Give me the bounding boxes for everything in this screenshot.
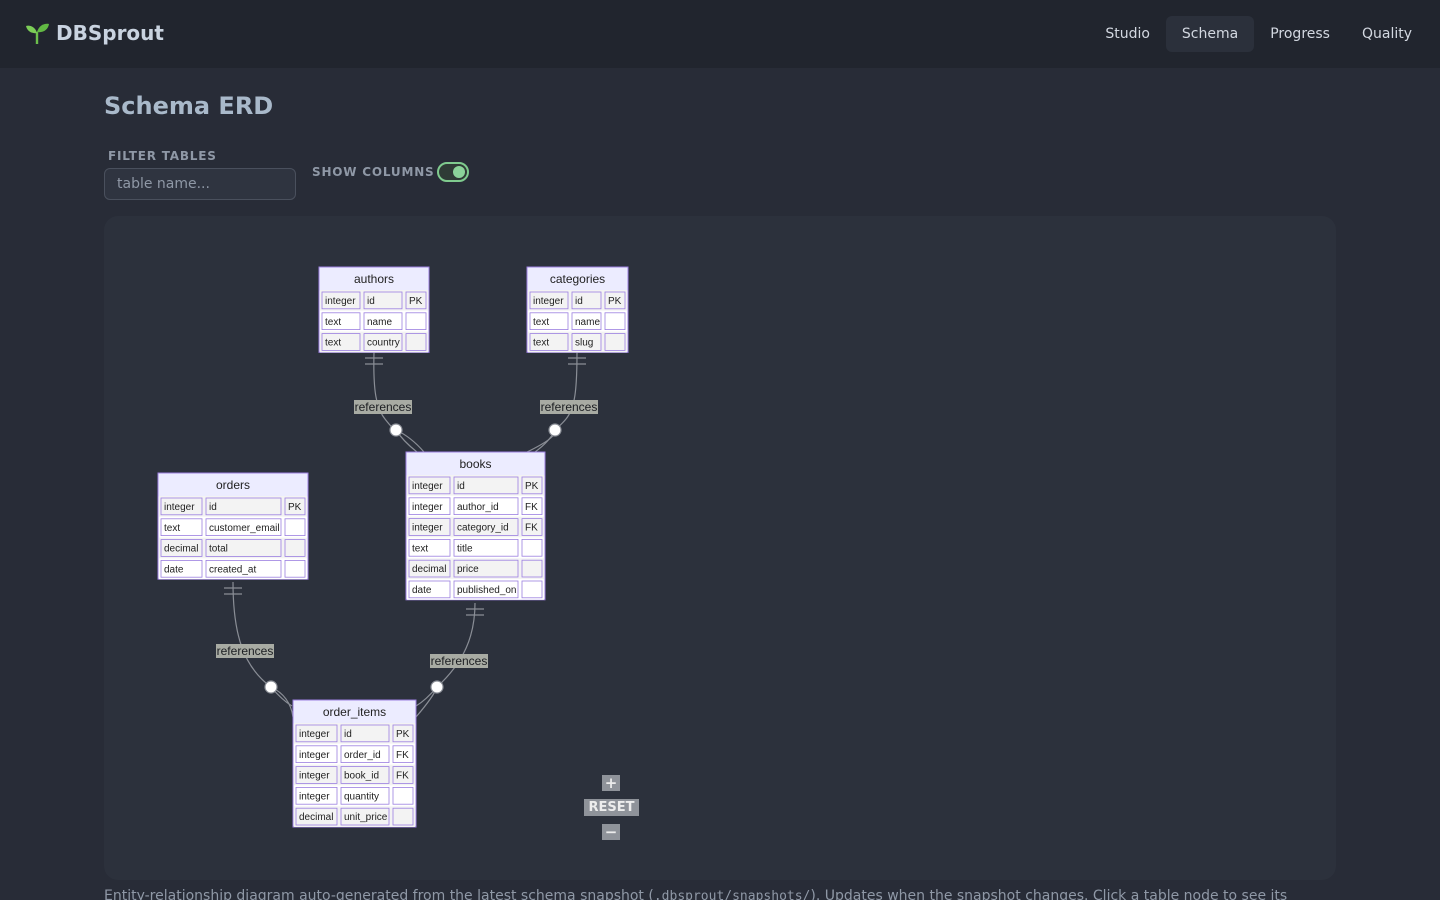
column-name: title [457,543,473,554]
column-name: price [457,564,479,575]
table-name: orders [216,478,250,492]
relationship-books-order_items[interactable]: references [415,602,488,718]
column-type: text [533,317,549,328]
column-name: id [575,296,583,307]
top-bar: DBSprout Studio Schema Progress Quality [0,0,1440,68]
column-type: integer [299,771,330,782]
column-key: FK [396,771,409,782]
caption-text-start: Entity-relationship diagram auto-generat… [104,888,654,900]
column-type: decimal [412,564,446,575]
column-type: text [325,338,341,349]
column-name: id [209,502,217,513]
brand-name: DBSprout [56,21,164,45]
column-type: integer [325,296,356,307]
table-name: authors [354,272,394,286]
page-title: Schema ERD [104,92,274,120]
column-type: text [412,543,428,554]
zoom-in-button[interactable]: + [602,775,620,791]
column-key: PK [396,729,410,740]
column-type: text [325,317,341,328]
nav-item-schema[interactable]: Schema [1165,16,1255,52]
reset-zoom-button[interactable]: RESET [584,799,639,816]
table-name: books [459,457,491,471]
brand[interactable]: DBSprout [24,20,164,46]
relationship-label: references [355,400,412,414]
table-name: order_items [323,705,386,719]
sprout-icon [26,23,49,44]
column-type: integer [412,523,443,534]
relationship-categories-books[interactable]: references [526,351,598,453]
erd-canvas[interactable]: references references references references… [104,216,1336,880]
column-key: FK [525,502,538,513]
toggle-knob [453,166,465,178]
optional-marker [389,423,403,437]
table-node-books[interactable]: books integer id PK integer author_id FK intege… [405,451,546,601]
column-name: customer_email [209,523,280,534]
column-key: PK [409,296,423,307]
column-type: integer [412,481,443,492]
column-type: integer [299,729,330,740]
column-type: integer [533,296,564,307]
column-name: name [575,317,600,328]
column-name: book_id [344,771,379,782]
table-node-authors[interactable]: authors integer id PK text name text country [318,266,430,353]
relationship-label: references [217,644,274,658]
relationship-label: references [431,654,488,668]
column-key: PK [525,481,539,492]
nav-item-quality[interactable]: Quality [1346,16,1428,52]
column-name: author_id [457,502,499,513]
column-type: text [533,338,549,349]
column-key: PK [608,296,622,307]
column-name: id [367,296,375,307]
relationship-orders-order_items[interactable]: references [216,581,294,718]
erd-diagram[interactable]: references references references references… [104,216,1336,880]
optional-marker [430,680,444,694]
column-key: FK [525,523,538,534]
show-columns-label: SHOW COLUMNS [312,165,435,179]
table-node-orders[interactable]: orders integer id PK text customer_emaildecim… [157,472,309,580]
column-type: integer [299,750,330,761]
column-name: id [457,481,465,492]
optional-marker [264,680,278,694]
table-layer: authors integer id PK text name text country cat… [157,266,629,828]
show-columns-toggle[interactable] [437,162,469,182]
relationship-edge [232,581,272,688]
column-type: integer [299,791,330,802]
column-key: PK [288,502,302,513]
column-name: category_id [457,523,509,534]
table-node-order_items[interactable]: order_itemsinteger id PK integer order_id FK i… [292,699,417,828]
column-type: text [164,523,180,534]
column-key: FK [396,750,409,761]
relationship-label: references [541,400,598,414]
column-name: country [367,338,400,349]
column-type: decimal [299,812,333,823]
nav-item-studio[interactable]: Studio [1089,16,1166,52]
snapshot-path: .dbsprout/snapshots/ [653,889,811,900]
column-type: integer [164,502,195,513]
relationship-authors-books[interactable]: references [354,351,425,453]
filter-tables-input[interactable] [104,168,296,200]
filter-tables-label: FILTER TABLES [108,149,217,163]
column-name: total [209,544,228,555]
column-type: integer [412,502,443,513]
page-caption: Entity-relationship diagram auto-generat… [104,888,1336,900]
column-name: created_at [209,564,256,575]
nav-item-progress[interactable]: Progress [1254,16,1346,52]
zoom-out-button[interactable]: − [602,824,620,840]
column-name: slug [575,338,593,349]
column-name: id [344,729,352,740]
column-name: quantity [344,791,379,802]
table-node-categories[interactable]: categories integer id PK text name text slug [526,266,629,353]
caption-text-end: ). Updates when the snapshot changes. Cl… [810,888,1288,900]
column-name: unit_price [344,812,388,823]
column-type: date [412,585,432,596]
column-name: order_id [344,750,381,761]
column-name: published_on [457,585,517,596]
column-name: name [367,317,392,328]
column-type: decimal [164,544,198,555]
table-name: categories [550,272,605,286]
column-type: date [164,564,184,575]
optional-marker [548,423,562,437]
main-nav: Studio Schema Progress Quality [1089,16,1428,52]
